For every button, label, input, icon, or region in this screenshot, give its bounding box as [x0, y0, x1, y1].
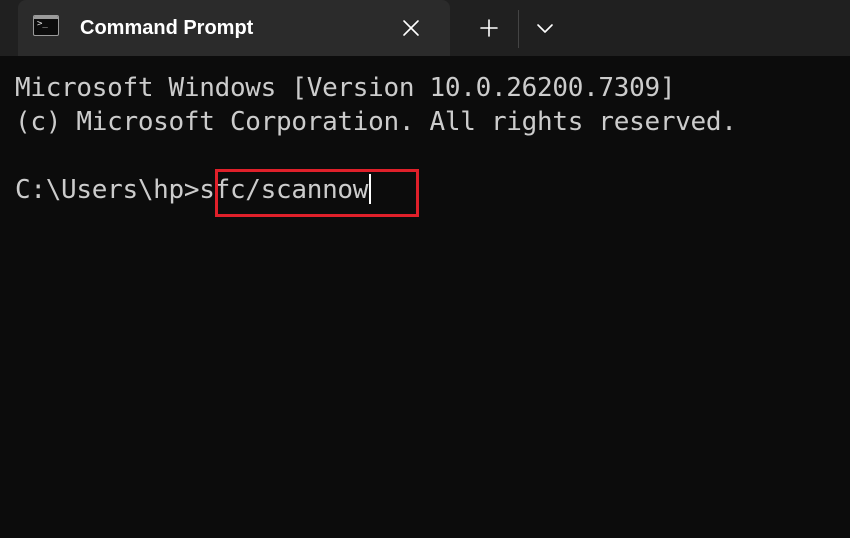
- typed-command: sfc/scannow: [199, 175, 369, 205]
- tab-command-prompt[interactable]: >_ Command Prompt: [18, 0, 450, 56]
- new-tab-button[interactable]: [466, 10, 512, 46]
- chevron-down-icon: [537, 24, 553, 33]
- banner-copyright-line: (c) Microsoft Corporation. All rights re…: [15, 107, 737, 137]
- tab-bar: >_ Command Prompt: [0, 0, 850, 56]
- banner-version-line: Microsoft Windows [Version 10.0.26200.73…: [15, 73, 676, 103]
- plus-icon: [480, 19, 498, 37]
- console-area[interactable]: Microsoft Windows [Version 10.0.26200.73…: [0, 56, 850, 538]
- tabbar-divider: [518, 10, 519, 48]
- cmd-prompt-icon: >_: [33, 15, 59, 36]
- command-line[interactable]: C:\Users\hp>sfc/scannow: [15, 173, 372, 207]
- tab-title: Command Prompt: [80, 17, 254, 39]
- profiles-dropdown-button[interactable]: [522, 10, 568, 46]
- prompt-path: C:\Users\hp>: [15, 175, 200, 205]
- text-cursor: [369, 174, 372, 204]
- close-icon: [403, 20, 419, 36]
- close-tab-button[interactable]: [395, 12, 427, 44]
- terminal-window: >_ Command Prompt Microsoft Windows [Ver…: [0, 0, 850, 538]
